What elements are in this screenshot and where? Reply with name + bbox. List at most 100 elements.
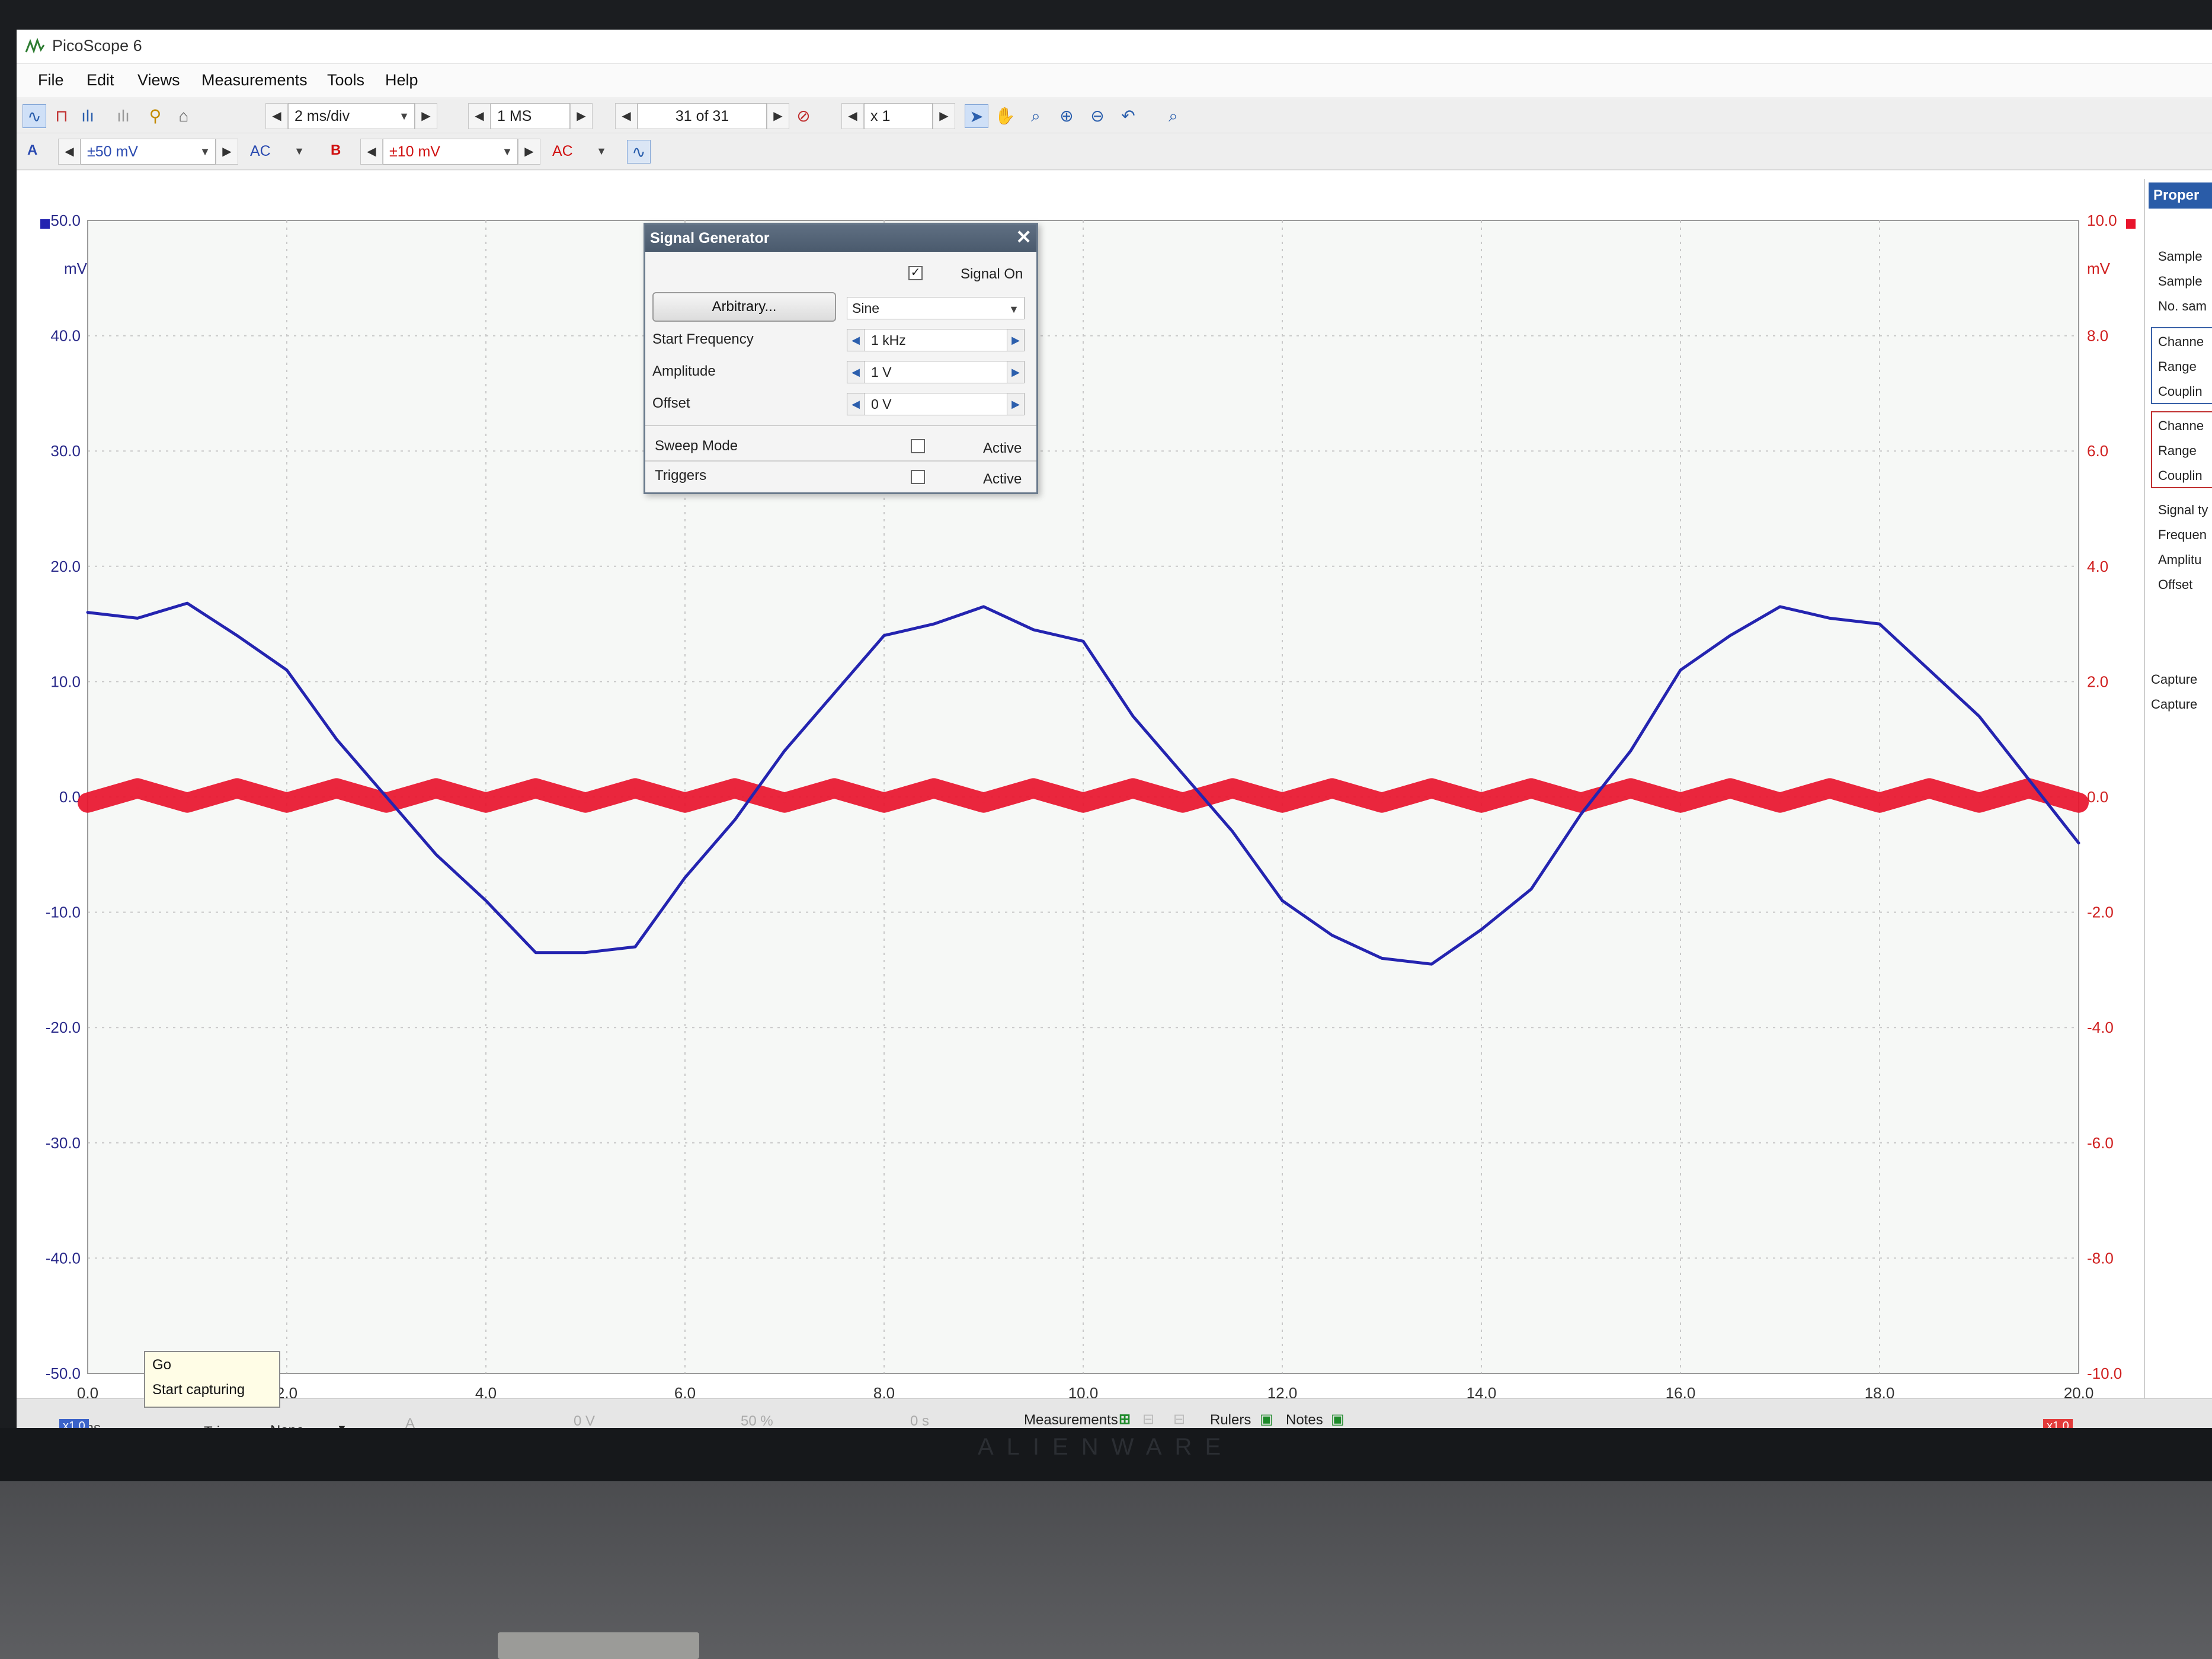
dialog-title: Signal Generator (645, 225, 1036, 252)
amplitude-field[interactable]: ◀ 1 V ▶ (847, 361, 1025, 383)
decrease-arrow-icon[interactable]: ◀ (847, 393, 865, 415)
data-point-B (186, 802, 188, 804)
notes-icon[interactable]: ▣ (1331, 1411, 1345, 1428)
data-point-B (982, 802, 985, 804)
arbitrary-button[interactable]: Arbitrary... (652, 292, 836, 322)
zoom-prev-arrow[interactable]: ◀ (841, 103, 864, 129)
range-a-prev-arrow[interactable]: ◀ (58, 139, 81, 165)
close-icon[interactable]: ✕ (1016, 226, 1032, 248)
zoom-in-icon[interactable]: ⊕ (1055, 104, 1078, 128)
prop-row: Range (2158, 359, 2197, 374)
capture-next-arrow[interactable]: ▶ (767, 103, 789, 129)
spectrum-mode-icon[interactable]: ılı (76, 104, 100, 128)
tooltip-text: Start capturing (152, 1382, 245, 1398)
undo-zoom-icon[interactable]: ↶ (1116, 104, 1140, 128)
prop-row: Channe (2158, 334, 2204, 349)
zoom-area-icon[interactable]: ⌕ (1024, 104, 1048, 128)
data-point-B (584, 802, 587, 804)
data-point-A (833, 692, 835, 694)
samples-select[interactable]: 1 MS (491, 103, 570, 129)
math-channel-icon[interactable]: ılı (111, 104, 135, 128)
y-tick-label-left: -40.0 (46, 1249, 81, 1267)
increase-arrow-icon[interactable]: ▶ (1007, 393, 1024, 415)
range-b-select[interactable]: ±10 mV ▼ (383, 139, 518, 165)
coupling-a-select[interactable]: AC ▼ (244, 139, 309, 165)
zoom-next-arrow[interactable]: ▶ (933, 103, 955, 129)
data-point-A (783, 750, 786, 752)
probe-icon[interactable]: ⚲ (143, 104, 167, 128)
range-b-next-arrow[interactable]: ▶ (518, 139, 540, 165)
y-tick-label-right: 4.0 (2087, 558, 2108, 575)
zoom-overview-icon[interactable]: ⌕ (1161, 104, 1185, 128)
zoom-factor[interactable]: x 1 (864, 103, 933, 129)
signal-generator-icon[interactable]: ∿ (627, 140, 651, 164)
range-b-prev-arrow[interactable]: ◀ (360, 139, 383, 165)
rulers-label[interactable]: Rulers (1210, 1412, 1251, 1429)
coupling-b-select[interactable]: AC ▼ (546, 139, 612, 165)
signal-on-checkbox[interactable]: ✓ (908, 266, 923, 280)
waveform-select[interactable]: Sine ▼ (847, 297, 1025, 319)
divider (645, 425, 1036, 426)
hand-tool-icon[interactable]: ✋ (993, 104, 1017, 128)
home-icon[interactable]: ⌂ (172, 104, 196, 128)
range-a-select[interactable]: ±50 mV ▼ (81, 139, 216, 165)
menu-edit[interactable]: Edit (87, 71, 114, 89)
samples-next-arrow[interactable]: ▶ (570, 103, 593, 129)
increase-arrow-icon[interactable]: ▶ (1007, 361, 1024, 383)
triggers-checkbox[interactable] (911, 470, 925, 484)
add-measurement-icon[interactable]: ⊞ (1119, 1411, 1131, 1428)
data-point-A (1878, 623, 1881, 625)
data-point-A (584, 952, 587, 954)
edit-measurement-icon[interactable]: ⊟ (1173, 1411, 1185, 1428)
data-point-A (1281, 899, 1283, 902)
measurements-label[interactable]: Measurements (1024, 1412, 1118, 1429)
y-unit-right: mV (2087, 260, 2111, 277)
remove-measurement-icon[interactable]: ⊟ (1142, 1411, 1154, 1428)
data-point-B (1480, 802, 1483, 804)
scope-view: 0.0 2.0 4.0 6.0 8.0 10.0 12.0 14.0 16.0 18.0 20.0 5… (17, 171, 2212, 1415)
y-tick-label-left: -20.0 (46, 1019, 81, 1036)
menu-views[interactable]: Views (137, 71, 180, 89)
persistence-mode-icon[interactable]: ⊓ (50, 104, 73, 128)
trigger-delay-field[interactable]: 0 s (910, 1413, 929, 1430)
sweep-mode-checkbox[interactable] (911, 439, 925, 453)
data-point-A (883, 635, 885, 637)
increase-arrow-icon[interactable]: ▶ (1007, 329, 1024, 351)
window-title: PicoScope 6 (52, 37, 142, 55)
buffer-navigator-icon[interactable]: ⊘ (792, 104, 815, 128)
y-tick-label-right: -6.0 (2087, 1134, 2114, 1152)
range-a-next-arrow[interactable]: ▶ (216, 139, 238, 165)
menu-measurements[interactable]: Measurements (201, 71, 308, 89)
zoom-out-icon[interactable]: ⊖ (1086, 104, 1109, 128)
menu-file[interactable]: File (38, 71, 64, 89)
rulers-icon[interactable]: ▣ (1260, 1411, 1273, 1428)
decrease-arrow-icon[interactable]: ◀ (847, 329, 865, 351)
offset-field[interactable]: ◀ 0 V ▶ (847, 393, 1025, 415)
timebase-select[interactable]: 2 ms/div ▼ (288, 103, 415, 129)
menu-help[interactable]: Help (385, 71, 418, 89)
capture-prev-arrow[interactable]: ◀ (615, 103, 638, 129)
data-point-A (286, 669, 288, 671)
capture-index[interactable]: 31 of 31 (638, 103, 767, 129)
menu-tools[interactable]: Tools (327, 71, 364, 89)
timebase-prev-arrow[interactable]: ◀ (265, 103, 288, 129)
pointer-tool-icon[interactable]: ➤ (965, 104, 988, 128)
data-point-A (335, 738, 338, 741)
data-point-A (87, 611, 89, 614)
trigger-level-field[interactable]: 0 V (574, 1413, 595, 1430)
y-tick-label-right: 6.0 (2087, 442, 2108, 460)
decrease-arrow-icon[interactable]: ◀ (847, 361, 865, 383)
timebase-next-arrow[interactable]: ▶ (415, 103, 437, 129)
notes-label[interactable]: Notes (1286, 1412, 1323, 1429)
start-frequency-label: Start Frequency (652, 331, 754, 347)
data-point-A (186, 602, 188, 604)
pretrigger-field[interactable]: 50 % (741, 1413, 773, 1430)
channel-b-label[interactable]: B (331, 142, 341, 159)
y-unit-left: mV (64, 260, 88, 277)
data-point-B (385, 802, 388, 804)
samples-prev-arrow[interactable]: ◀ (468, 103, 491, 129)
channel-a-label[interactable]: A (27, 142, 37, 159)
scope-chart[interactable]: 0.0 2.0 4.0 6.0 8.0 10.0 12.0 14.0 16.0 18.0 20.05… (17, 171, 2212, 1415)
scope-mode-icon[interactable]: ∿ (23, 104, 46, 128)
start-frequency-field[interactable]: ◀ 1 kHz ▶ (847, 329, 1025, 351)
